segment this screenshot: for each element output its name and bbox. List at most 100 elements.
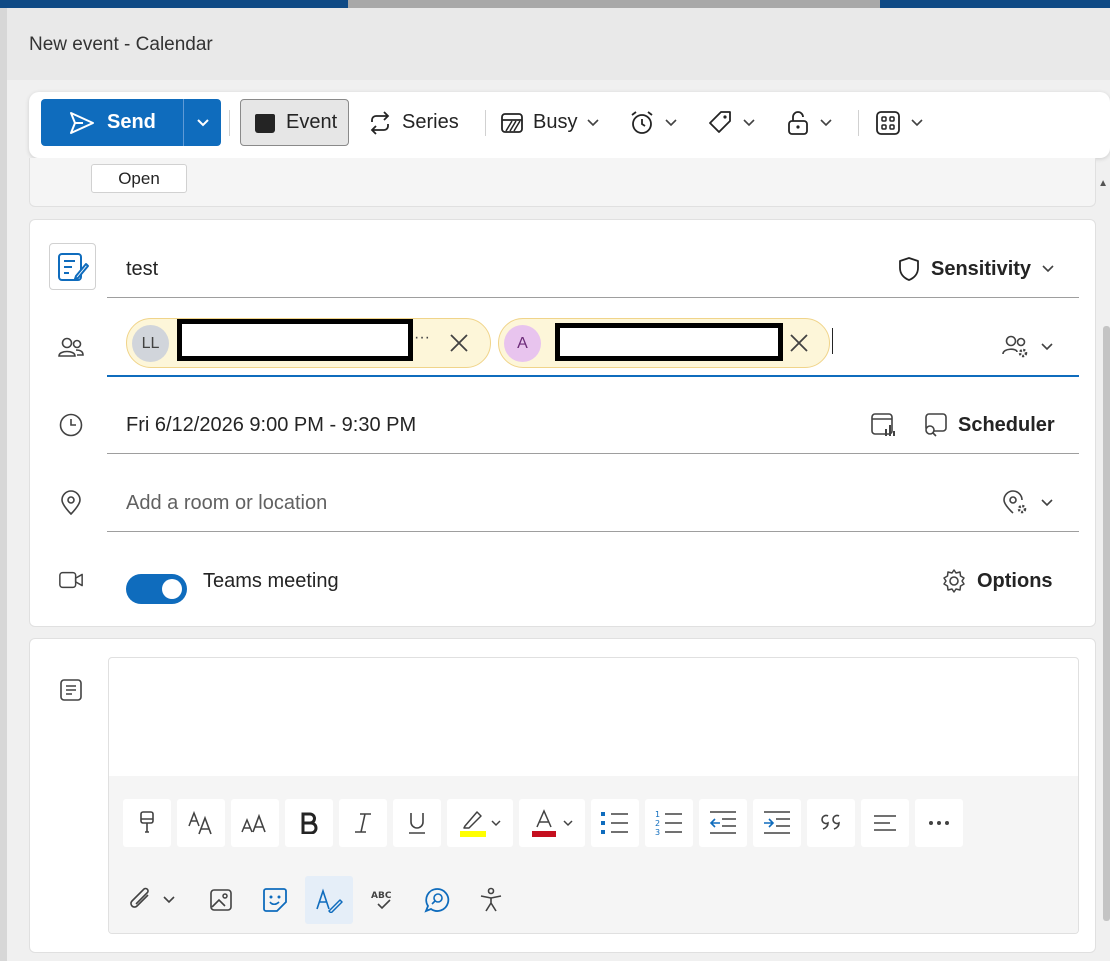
location-options-dropdown[interactable] bbox=[1002, 490, 1054, 516]
gear-icon bbox=[943, 569, 965, 593]
sensitivity-dropdown[interactable]: Sensitivity bbox=[897, 256, 1055, 282]
close-icon bbox=[450, 334, 468, 352]
font-button[interactable] bbox=[177, 799, 225, 847]
toolbar-divider bbox=[858, 110, 859, 136]
apps-dropdown[interactable] bbox=[875, 99, 924, 146]
chevron-down-icon bbox=[819, 116, 833, 130]
send-button[interactable]: Send bbox=[41, 99, 184, 146]
attendee-chip[interactable]: A bbox=[498, 318, 830, 368]
scheduler-button[interactable]: Scheduler bbox=[922, 412, 1055, 438]
more-formatting-button[interactable] bbox=[915, 799, 963, 847]
people-settings-icon bbox=[1002, 335, 1028, 358]
calendar-chart-icon bbox=[871, 413, 895, 436]
categorize-dropdown[interactable] bbox=[707, 99, 756, 146]
chevron-down-icon bbox=[196, 118, 209, 126]
apps-grid-icon bbox=[876, 110, 900, 135]
format-painter-button[interactable] bbox=[123, 799, 171, 847]
busy-label: Busy bbox=[533, 111, 578, 133]
series-button[interactable]: Series bbox=[367, 99, 459, 146]
busy-status-icon bbox=[501, 112, 523, 133]
paperclip-icon bbox=[130, 887, 175, 908]
decrease-indent-button[interactable] bbox=[699, 799, 747, 847]
redacted-attendee-name bbox=[177, 319, 413, 361]
open-button[interactable]: Open bbox=[91, 164, 187, 193]
accessibility-button[interactable] bbox=[467, 876, 515, 924]
bullet-list-icon bbox=[601, 812, 628, 834]
clock-icon bbox=[58, 412, 84, 438]
show-as-busy-dropdown[interactable]: Busy bbox=[500, 99, 600, 146]
editor-button[interactable] bbox=[305, 876, 353, 924]
send-options-dropdown[interactable] bbox=[184, 99, 221, 146]
location-settings-icon bbox=[1003, 490, 1027, 514]
increase-indent-button[interactable] bbox=[753, 799, 801, 847]
redacted-attendee-name bbox=[555, 323, 783, 361]
chevron-down-icon bbox=[664, 116, 678, 130]
scrollbar-thumb[interactable] bbox=[1103, 326, 1110, 921]
video-camera-icon bbox=[58, 567, 84, 593]
form-icon[interactable] bbox=[49, 243, 96, 290]
editor-pen-icon bbox=[316, 888, 343, 913]
emoji-button[interactable] bbox=[251, 876, 299, 924]
chat-search-icon bbox=[424, 888, 450, 913]
formatting-toolbar: 123 ABC bbox=[109, 776, 1078, 933]
highlight-button[interactable] bbox=[447, 799, 513, 847]
attendee-options-dropdown[interactable] bbox=[1002, 334, 1054, 360]
font-size-button[interactable] bbox=[231, 799, 279, 847]
reminder-dropdown[interactable] bbox=[629, 99, 678, 146]
event-title-input[interactable]: test bbox=[126, 258, 158, 281]
options-button[interactable]: Options bbox=[941, 568, 1053, 594]
toolbar-divider bbox=[229, 110, 230, 136]
avatar: A bbox=[504, 325, 541, 362]
people-icon bbox=[58, 334, 84, 360]
divider bbox=[107, 453, 1079, 454]
location-pin-icon bbox=[58, 490, 84, 516]
italic-icon bbox=[355, 813, 371, 833]
event-button[interactable]: Event bbox=[240, 99, 349, 146]
teams-meeting-toggle[interactable] bbox=[126, 574, 187, 604]
underline-icon bbox=[409, 813, 425, 834]
background-strip bbox=[0, 0, 1110, 8]
underline-button[interactable] bbox=[393, 799, 441, 847]
attach-file-button[interactable] bbox=[123, 876, 187, 924]
bold-button[interactable] bbox=[285, 799, 333, 847]
event-time-field[interactable]: Fri 6/12/2026 9:00 PM - 9:30 PM bbox=[126, 414, 416, 437]
scroll-up-arrow[interactable]: ▲ bbox=[1098, 178, 1108, 189]
svg-text:2: 2 bbox=[655, 819, 660, 828]
alarm-clock-icon bbox=[631, 110, 653, 134]
event-body-editor[interactable]: 123 ABC bbox=[108, 657, 1079, 934]
copilot-chat-button[interactable] bbox=[413, 876, 461, 924]
send-label: Send bbox=[107, 111, 156, 133]
spelling-button[interactable]: ABC bbox=[359, 876, 407, 924]
bullets-button[interactable] bbox=[591, 799, 639, 847]
attendees-focus-underline bbox=[107, 375, 1079, 377]
remove-attendee-button[interactable] bbox=[787, 331, 811, 355]
info-bar: Open bbox=[29, 158, 1096, 207]
location-input[interactable]: Add a room or location bbox=[126, 492, 327, 515]
new-event-window: New event - Calendar Send Event Series B… bbox=[7, 8, 1110, 961]
italic-button[interactable] bbox=[339, 799, 387, 847]
more-icon bbox=[929, 821, 949, 825]
increase-indent-icon bbox=[764, 811, 790, 834]
background-left-strip bbox=[0, 8, 7, 961]
avatar: LL bbox=[132, 325, 169, 362]
insert-picture-button[interactable] bbox=[197, 876, 245, 924]
teams-meeting-label: Teams meeting bbox=[203, 570, 339, 592]
view-busy-button[interactable] bbox=[870, 412, 896, 438]
divider bbox=[107, 297, 1079, 298]
align-button[interactable] bbox=[861, 799, 909, 847]
svg-text:1: 1 bbox=[655, 810, 660, 819]
toggle-knob bbox=[162, 579, 182, 599]
window-title: New event - Calendar bbox=[29, 34, 213, 55]
numbering-button[interactable]: 123 bbox=[645, 799, 693, 847]
event-body-card: 123 ABC bbox=[29, 638, 1096, 953]
attendee-chip[interactable]: LL ··· bbox=[126, 318, 491, 368]
edit-form-icon bbox=[57, 252, 89, 281]
chevron-down-icon bbox=[1041, 262, 1055, 276]
remove-attendee-button[interactable] bbox=[447, 331, 471, 355]
scheduler-label: Scheduler bbox=[958, 413, 1055, 436]
private-dropdown[interactable] bbox=[786, 99, 833, 146]
quote-button[interactable] bbox=[807, 799, 855, 847]
font-color-button[interactable] bbox=[519, 799, 585, 847]
spell-check-icon: ABC bbox=[371, 891, 392, 910]
chevron-down-icon bbox=[910, 116, 924, 130]
